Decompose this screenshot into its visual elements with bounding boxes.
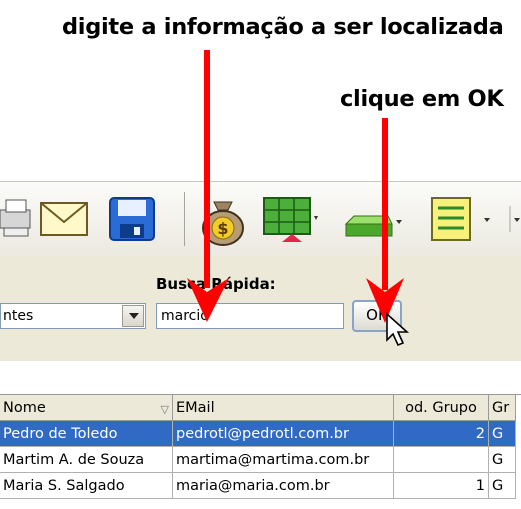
cell-email: pedrotl@pedrotl.com.br [172, 420, 394, 447]
email-icon[interactable] [40, 200, 88, 238]
toolbar: $ [0, 181, 521, 257]
column-header-email[interactable]: EMail [172, 395, 394, 421]
list-icon[interactable] [430, 196, 521, 242]
table-row[interactable]: Martim A. de Souza martima@martima.com.b… [0, 446, 516, 473]
cell-gr: G [488, 420, 516, 447]
cell-gr: G [488, 446, 516, 473]
cell-gr: G [488, 472, 516, 499]
cell-nome: Maria S. Salgado [0, 472, 173, 499]
column-header-nome[interactable]: Nome ▽ [0, 395, 173, 421]
mouse-cursor-icon [386, 312, 410, 347]
save-icon[interactable] [108, 196, 156, 242]
arrow-to-input [187, 50, 229, 322]
filter-combobox[interactable]: ntes [0, 303, 146, 329]
printer-icon[interactable] [0, 198, 34, 240]
instruction-click-ok: clique em OK [340, 86, 504, 112]
column-header-grupo[interactable]: od. Grupo [393, 395, 489, 421]
cell-nome: Pedro de Toledo [0, 420, 173, 447]
cell-email: martima@martima.com.br [172, 446, 394, 473]
chevron-down-icon[interactable] [122, 305, 144, 327]
instruction-type-text: digite a informação a ser localizada [62, 14, 504, 40]
cell-email: maria@maria.com.br [172, 472, 394, 499]
cell-grupo: 1 [393, 472, 489, 499]
arrow-to-ok [366, 118, 404, 323]
sort-icon: ▽ [160, 402, 169, 416]
cell-grupo [393, 446, 489, 473]
combobox-value: ntes [3, 308, 34, 324]
table-row[interactable]: Maria S. Salgado maria@maria.com.br 1 G [0, 472, 516, 499]
cell-grupo: 2 [393, 420, 489, 447]
spreadsheet-icon[interactable] [262, 194, 322, 246]
column-header-gr[interactable]: Gr [488, 395, 516, 421]
results-table: Nome ▽ EMail od. Grupo Gr Pedro de Toledo… [0, 394, 521, 509]
cell-nome: Martim A. de Souza [0, 446, 173, 473]
table-row[interactable]: Pedro de Toledo pedrotl@pedrotl.com.br 2… [0, 420, 516, 447]
